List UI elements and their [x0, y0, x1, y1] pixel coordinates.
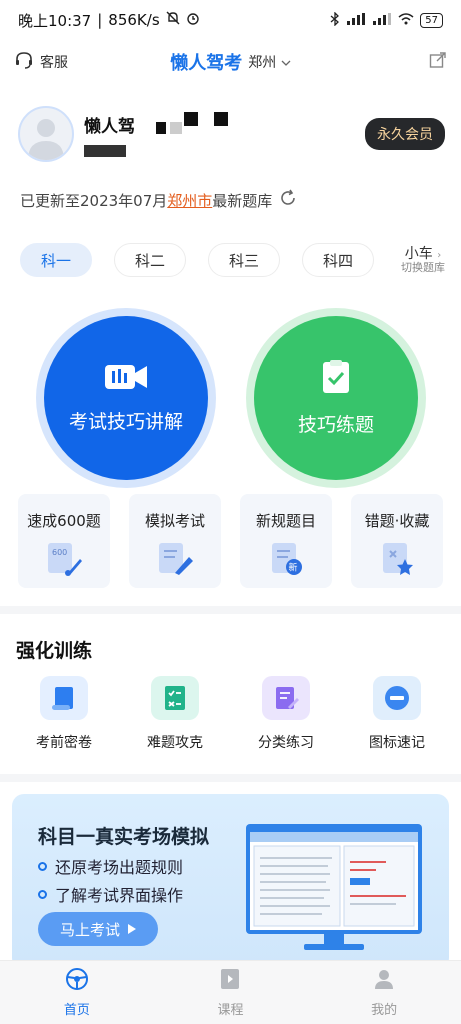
vip-badge[interactable]: 永久会员 — [365, 118, 445, 150]
minus-circle-icon — [373, 676, 421, 720]
quick-wrong-favorites[interactable]: 错题·收藏 — [351, 494, 443, 588]
steering-wheel-icon — [65, 967, 89, 995]
status-bar: 晚上10:37 | 856K/s 57 — [0, 0, 461, 40]
redacted-block — [156, 112, 246, 134]
edit-doc-icon — [262, 676, 310, 720]
signal-icon — [346, 12, 366, 28]
mute-icon — [166, 11, 180, 29]
customer-service-label: 客服 — [40, 55, 68, 71]
signal-icon-2 — [372, 12, 392, 28]
tab-subject-1[interactable]: 科一 — [20, 243, 92, 277]
clipboard-check-icon — [321, 359, 351, 400]
tips-practice-label: 技巧练题 — [297, 414, 374, 436]
rocket-book-icon: 600 — [44, 541, 84, 581]
battery-indicator: 57 — [420, 12, 443, 28]
svg-text:600: 600 — [52, 548, 67, 557]
checklist-icon — [151, 676, 199, 720]
scroll-icon — [40, 676, 88, 720]
update-prefix: 已更新至2023年07月 — [20, 191, 168, 210]
alarm-icon — [186, 11, 200, 29]
wifi-icon — [398, 12, 414, 28]
share-button[interactable] — [429, 51, 447, 73]
share-icon — [429, 52, 447, 73]
quick-mock-exam[interactable]: 模拟考试 — [129, 494, 221, 588]
training-hard-questions[interactable]: 难题攻克 — [125, 676, 225, 756]
refresh-icon[interactable] — [278, 188, 298, 212]
exam-tips-lecture-button[interactable]: 考试技巧讲解 — [44, 316, 208, 480]
quick-600-questions[interactable]: 速成600题 600 — [18, 494, 110, 588]
subject-tabs: 科一 科二 科三 科四 小车 › 切换题库 — [20, 240, 445, 280]
user-profile[interactable]: 懒人驾 永久会员 — [18, 104, 445, 164]
new-doc-icon: 新 — [266, 541, 306, 581]
tab-subject-2[interactable]: 科二 — [114, 243, 186, 277]
status-time: 晚上10:37 — [18, 11, 92, 30]
question-bank-update-notice: 已更新至2023年07月 郑州市 最新题库 — [20, 188, 298, 212]
user-id-redacted — [84, 144, 126, 157]
video-book-icon — [218, 967, 242, 995]
exam-tips-lecture-label: 考试技巧讲解 — [68, 411, 183, 433]
training-category-practice[interactable]: 分类练习 — [236, 676, 336, 756]
app-header: 客服 懒人驾考 郑州 — [0, 40, 461, 84]
customer-service-button[interactable]: 客服 — [14, 50, 68, 74]
exam-pen-icon — [155, 541, 195, 581]
quick-entry-grid: 速成600题 600 模拟考试 新规题目 新 错题·收藏 — [18, 494, 443, 588]
start-exam-button[interactable]: 马上考试 — [38, 912, 158, 946]
wrong-star-icon — [377, 541, 417, 581]
tab-subject-3[interactable]: 科三 — [208, 243, 280, 277]
video-camera-icon — [103, 362, 149, 397]
tab-courses[interactable]: 课程 — [180, 967, 280, 1018]
section-divider-2 — [0, 774, 461, 782]
exam-system-monitor-illustration — [246, 824, 422, 952]
section-divider — [0, 606, 461, 614]
bluetooth-icon — [330, 10, 340, 29]
city-selector[interactable]: 郑州 — [248, 52, 291, 72]
play-icon — [128, 920, 136, 938]
update-suffix: 最新题库 — [212, 191, 273, 210]
bottom-tab-bar: 首页 课程 我的 — [0, 960, 461, 1024]
chevron-right-icon: › — [437, 249, 442, 261]
training-pre-exam-paper[interactable]: 考前密卷 — [14, 676, 114, 756]
banner-title: 科目一真实考场模拟 — [38, 826, 210, 848]
real-exam-simulation-banner[interactable]: 科目一真实考场模拟 还原考场出题规则 了解考试界面操作 马上考试 — [12, 794, 449, 970]
svg-text:新: 新 — [289, 562, 298, 574]
avatar-placeholder-icon — [28, 119, 64, 160]
update-city-link[interactable]: 郑州市 — [167, 190, 212, 211]
status-speed: 856K/s — [108, 11, 160, 29]
chevron-down-icon — [281, 55, 291, 71]
training-row: 考前密卷 难题攻克 分类练习 图标速记 — [14, 676, 447, 756]
tab-home[interactable]: 首页 — [27, 967, 127, 1018]
avatar[interactable] — [18, 106, 74, 162]
user-icon — [372, 967, 396, 995]
headset-icon — [14, 50, 34, 74]
quick-new-rules[interactable]: 新规题目 新 — [240, 494, 332, 588]
banner-point-2: 了解考试界面操作 — [38, 882, 183, 906]
app-title: 懒人驾考 — [170, 53, 243, 74]
tab-subject-4[interactable]: 科四 — [302, 243, 374, 277]
training-sign-memorization[interactable]: 图标速记 — [347, 676, 447, 756]
banner-point-1: 还原考场出题规则 — [38, 854, 183, 878]
username: 懒人驾 — [84, 116, 135, 137]
switch-question-bank-button[interactable]: 小车 › 切换题库 — [401, 246, 445, 275]
training-section-title: 强化训练 — [16, 640, 93, 662]
tips-practice-button[interactable]: 技巧练题 — [254, 316, 418, 480]
tab-mine[interactable]: 我的 — [334, 967, 434, 1018]
